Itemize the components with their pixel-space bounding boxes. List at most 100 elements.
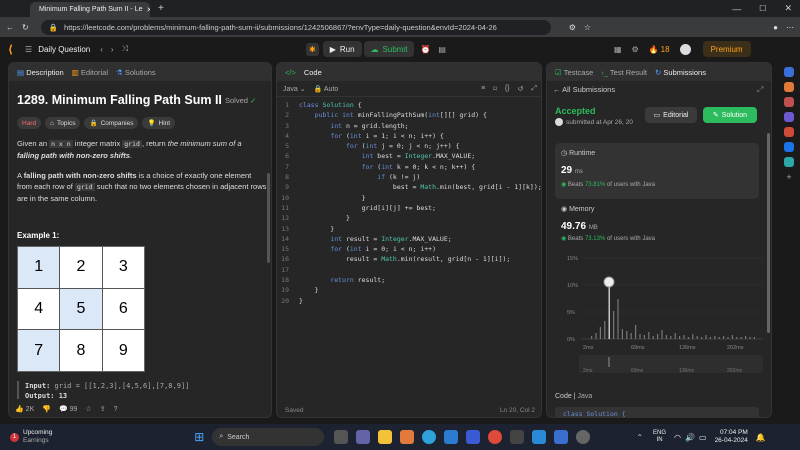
problem-list-icon[interactable]: ☰	[25, 45, 32, 54]
app-icon[interactable]	[554, 430, 569, 444]
tab-description[interactable]: ▤ Description	[17, 68, 64, 77]
daily-question-label[interactable]: Daily Question	[38, 45, 90, 54]
tab-test-result[interactable]: ›_ Test Result	[601, 68, 647, 77]
code-editor[interactable]: 1 class Solution {2 public int minFalling…	[277, 101, 541, 307]
run-button[interactable]: ▶ Run	[322, 41, 362, 57]
tab-submissions[interactable]: ↻ Submissions	[655, 68, 706, 77]
profile-icon[interactable]: ●	[773, 23, 778, 32]
wifi-icon[interactable]: ◠	[674, 433, 681, 442]
add-sidebar-icon[interactable]: +	[784, 172, 794, 182]
language-select[interactable]: Java ⌄	[283, 85, 306, 93]
next-icon[interactable]: ›	[111, 45, 114, 54]
tab-editorial[interactable]: ▥ Editorial	[72, 68, 108, 77]
games-icon[interactable]	[784, 112, 794, 122]
pulse-icon[interactable]	[532, 430, 547, 444]
weather-widget[interactable]: 1 Upcoming Earnings	[10, 429, 52, 445]
notification-bell-icon[interactable]: 🔔	[756, 433, 766, 442]
share-icon[interactable]: ⇪	[100, 405, 106, 413]
minimize-icon[interactable]: —	[732, 4, 741, 14]
browser-tab[interactable]: Minimum Falling Path Sum II - Le ✕	[30, 2, 150, 17]
outlook-icon[interactable]	[784, 142, 794, 152]
maximize-icon[interactable]: ☐	[759, 4, 766, 13]
refresh-icon[interactable]: ↻	[22, 23, 29, 32]
premium-button[interactable]: Premium	[702, 41, 751, 57]
memory-card[interactable]: ◉ Memory 49.76 MB ◉ Beats 73.13% of user…	[555, 201, 759, 247]
url-field[interactable]: 🔒 https://leetcode.com/problems/minimum-…	[40, 19, 551, 35]
histogram-bar	[705, 335, 707, 339]
office-icon[interactable]	[784, 127, 794, 137]
format-icon[interactable]: ≡	[481, 85, 485, 92]
solution-button[interactable]: ✎ Solution	[703, 107, 757, 123]
favorites-icon[interactable]: ☆	[584, 23, 591, 32]
task-view-icon[interactable]	[334, 430, 349, 444]
battery-icon[interactable]: ▭	[699, 433, 707, 442]
layout-icon[interactable]: ▦	[614, 45, 622, 54]
braces-icon[interactable]: {}	[505, 85, 510, 92]
taskbar-search[interactable]: ⌕ Search	[212, 428, 325, 446]
description-scrollbar[interactable]	[267, 173, 270, 263]
notes-icon[interactable]: ▤	[438, 45, 446, 54]
like-button[interactable]: 👍 2K	[15, 405, 34, 413]
tab-testcase[interactable]: ☑ Testcase	[555, 68, 593, 77]
submissions-scrollbar[interactable]	[767, 133, 770, 333]
editorial-button[interactable]: ▭ Editorial	[645, 107, 697, 123]
runtime-distribution-chart[interactable]: 15% 10% 5% 0% 2ms 69ms 136ms 202ms 2ms 6…	[547, 251, 772, 379]
hint-chip[interactable]: 💡 Hint	[142, 117, 176, 129]
close-window-icon[interactable]: ✕	[784, 3, 792, 14]
tray-chevron-icon[interactable]: ⌃	[636, 433, 643, 442]
submit-button[interactable]: ☁ Submit	[363, 41, 415, 57]
settings-icon[interactable]: ⚙	[632, 45, 639, 54]
tools-icon[interactable]	[784, 97, 794, 107]
check-circle-icon: ✓	[250, 96, 257, 105]
alarm-icon[interactable]: ⏰	[420, 45, 430, 54]
menu-icon[interactable]: ⋯	[786, 23, 794, 32]
terminal-icon: ›_	[601, 67, 608, 77]
comment-icon: 💬	[58, 406, 68, 413]
line-number: 5	[285, 142, 289, 151]
extension-icon[interactable]: ⚙	[569, 23, 576, 32]
drop-icon[interactable]	[784, 157, 794, 167]
topics-chip[interactable]: ⌂ Topics	[45, 117, 81, 129]
expand-icon[interactable]: ⤢	[757, 85, 763, 95]
photos-icon[interactable]	[400, 430, 415, 444]
new-tab-icon[interactable]: +	[158, 3, 164, 14]
terminal-icon[interactable]	[510, 430, 525, 444]
shopping-icon[interactable]	[784, 82, 794, 92]
avatar[interactable]	[679, 43, 691, 55]
notification-badge: 1	[10, 432, 19, 442]
vscode-icon[interactable]	[444, 430, 459, 444]
volume-icon[interactable]: 🔊	[685, 433, 695, 442]
streak-flame-icon[interactable]: 🔥	[649, 45, 659, 54]
chrome-icon[interactable]	[488, 430, 503, 444]
comments-button[interactable]: 💬 99	[59, 405, 77, 413]
code-text: for (int j = 0; j < n; j++) {	[345, 142, 460, 151]
shuffle-icon[interactable]: ⤨	[122, 44, 128, 54]
star-icon[interactable]: ☆	[85, 405, 91, 413]
all-submissions-link[interactable]: ← All Submissions	[553, 85, 615, 94]
clock[interactable]: 07:04 PM 26-04-2024	[715, 429, 748, 445]
companies-chip[interactable]: 🔒 Companies	[84, 117, 139, 129]
auto-mode[interactable]: 🔒 Auto	[314, 85, 339, 93]
dislike-icon[interactable]: 👎	[42, 405, 51, 413]
settings-app-icon[interactable]	[576, 430, 591, 444]
close-tab-icon[interactable]: ✕	[146, 6, 150, 14]
store-icon[interactable]	[466, 430, 481, 444]
reset-icon[interactable]: ↺	[518, 85, 524, 93]
code-text: for (int i = 1; i < n; i++) {	[330, 131, 444, 140]
prev-icon[interactable]: ‹	[100, 45, 103, 54]
runtime-card[interactable]: ◷ Runtime 29 ms ◉ Beats 73.81% of users …	[555, 143, 759, 199]
windows-start-icon[interactable]: ⊞	[194, 430, 204, 444]
search-sidebar-icon[interactable]	[784, 67, 794, 77]
fullscreen-icon[interactable]: ⤢	[531, 85, 537, 93]
file-explorer-icon[interactable]	[378, 430, 393, 444]
edge-icon[interactable]	[422, 430, 437, 444]
bookmark-icon[interactable]: ⌑	[493, 85, 497, 93]
debug-icon[interactable]: ✱	[305, 42, 319, 56]
language-indicator[interactable]: ENG IN	[653, 430, 666, 444]
tab-solutions[interactable]: ⚗ Solutions	[116, 68, 156, 77]
back-icon[interactable]: ←	[6, 23, 14, 32]
grid-cell: 6	[102, 288, 144, 330]
chat-icon[interactable]	[356, 430, 371, 444]
help-icon[interactable]: ?	[114, 406, 118, 413]
leetcode-logo-icon[interactable]: ⟨	[8, 43, 13, 56]
